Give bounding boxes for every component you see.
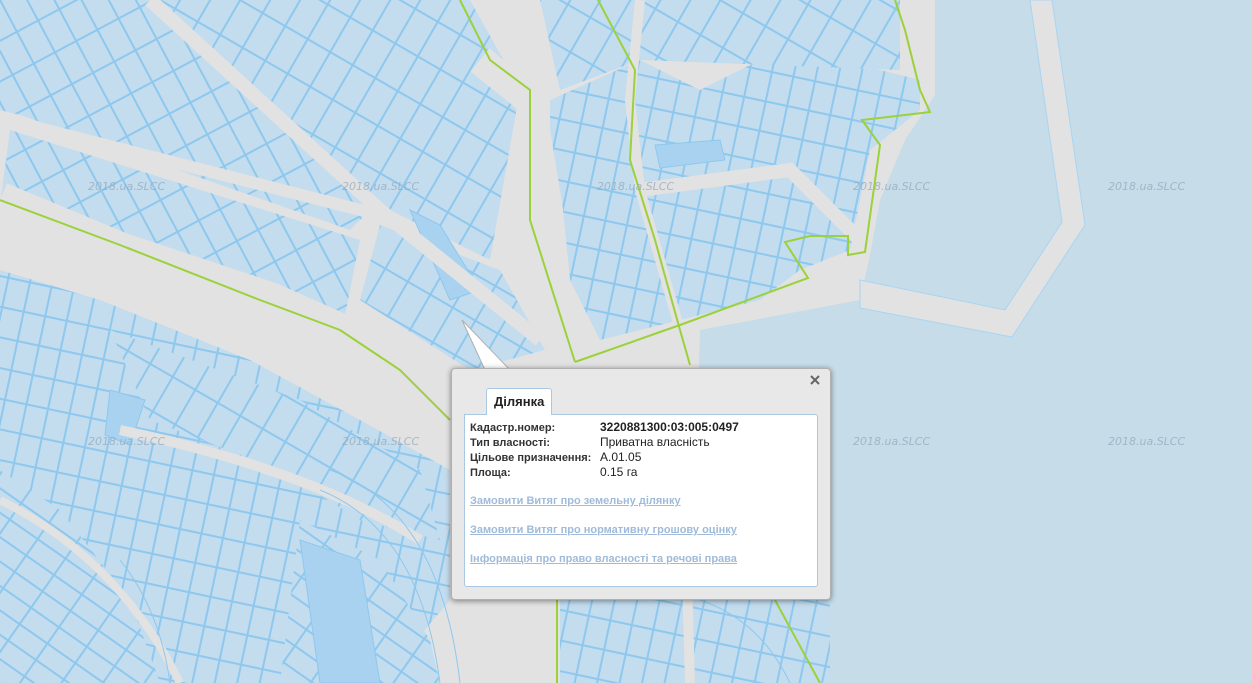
watermark: 2018.ua.SLCC	[88, 435, 166, 448]
ownership-rights-info-link[interactable]: Інформація про право власності та речові…	[470, 553, 737, 565]
parcel-info-popup: Ділянка Кадастр.номер: 3220881300:03:005:…	[451, 368, 831, 600]
parcel-attributes: Кадастр.номер: 3220881300:03:005:0497 Тип…	[470, 420, 739, 480]
watermark: 2018.ua.SLCC	[88, 180, 166, 193]
watermark: 2018.ua.SLCC	[1108, 435, 1186, 448]
cadastral-number-row: Кадастр.номер: 3220881300:03:005:0497	[470, 420, 739, 435]
ownership-type-row: Тип власності: Приватна власність	[470, 435, 739, 450]
cadastral-number-value: 3220881300:03:005:0497	[600, 420, 739, 434]
watermark: 2018.ua.SLCC	[597, 180, 675, 193]
order-valuation-extract-link[interactable]: Замовити Витяг про нормативну грошову оц…	[470, 524, 737, 536]
close-icon[interactable]	[808, 374, 822, 388]
field-label: Тип власності:	[470, 437, 551, 449]
watermark: 2018.ua.SLCC	[342, 435, 420, 448]
field-label: Кадастр.номер:	[470, 422, 556, 434]
watermark: 2018.ua.SLCC	[853, 435, 931, 448]
field-label: Площа:	[470, 467, 511, 479]
purpose-row: Цільове призначення: A.01.05	[470, 450, 739, 465]
purpose-value: A.01.05	[600, 450, 642, 464]
parcel-info-panel: Кадастр.номер: 3220881300:03:005:0497 Тип…	[464, 414, 818, 587]
ownership-type-value: Приватна власність	[600, 435, 710, 449]
popup-pointer	[461, 319, 512, 371]
area-row: Площа: 0.15 га	[470, 465, 739, 480]
tab-parcel[interactable]: Ділянка	[486, 388, 553, 415]
parcel-block	[560, 600, 830, 683]
area-value: 0.15 га	[600, 465, 638, 479]
watermark: 2018.ua.SLCC	[342, 180, 420, 193]
watermark: 2018.ua.SLCC	[853, 180, 931, 193]
watermark: 2018.ua.SLCC	[1108, 180, 1186, 193]
order-land-extract-link[interactable]: Замовити Витяг про земельну ділянку	[470, 495, 681, 507]
field-label: Цільове призначення:	[470, 452, 592, 464]
